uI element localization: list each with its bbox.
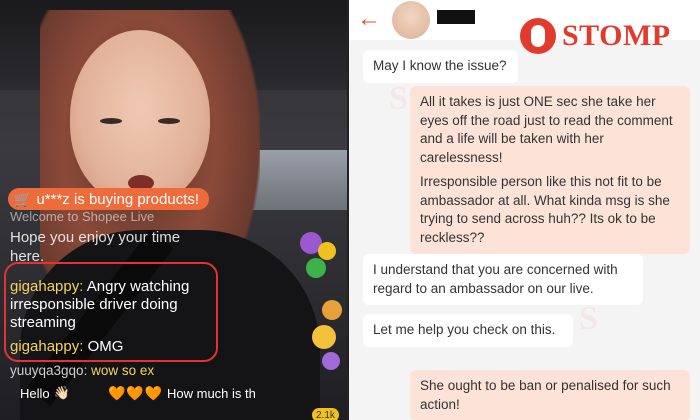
highlight-box <box>4 262 218 362</box>
message-bubble-sent: Irresponsible person like this not fit t… <box>410 166 690 254</box>
footprint-icon <box>520 18 556 54</box>
back-arrow-icon[interactable]: ← <box>357 6 381 32</box>
message-bubble-sent: She ought to be ban or penalised for suc… <box>410 370 690 420</box>
quick-reply-hearts[interactable]: 🧡🧡🧡 <box>108 382 163 404</box>
gift-icon[interactable] <box>312 325 336 349</box>
message-bubble-received: I understand that you are concerned with… <box>363 254 643 305</box>
cart-icon: 🛒 <box>14 190 32 207</box>
quick-reply-hello[interactable]: Hello 👋🏻 <box>20 382 70 404</box>
watermark: S <box>579 300 598 337</box>
comment-text: wow so ex <box>91 363 155 378</box>
comment-user: yuuyqa3gqo: <box>10 363 88 378</box>
wave-icon: 👋🏻 <box>53 385 70 400</box>
livestream-panel: 🛒 u***z is buying products! Welcome to S… <box>0 0 347 420</box>
watermark: S <box>389 80 408 117</box>
gift-icon[interactable] <box>322 352 340 370</box>
streamer-face <box>70 30 210 205</box>
stomp-wordmark: STOMP <box>562 19 671 52</box>
hope-text: Hope you enjoy your time here. <box>10 229 181 265</box>
gift-icon[interactable] <box>322 300 342 320</box>
purchase-notice: 🛒 u***z is buying products! <box>8 188 210 210</box>
right-eye <box>158 118 180 124</box>
message-bubble-received: Let me help you check on this. <box>363 314 573 347</box>
welcome-text: Welcome to Shopee Live <box>10 209 155 224</box>
avatar[interactable] <box>392 1 430 39</box>
redacted-name <box>437 10 475 24</box>
purchase-notice-text: u***z is buying products! <box>36 190 200 208</box>
gift-icon[interactable] <box>318 242 336 260</box>
message-bubble-received: May I know the issue? <box>363 50 518 83</box>
quick-reply-label: Hello <box>20 385 50 401</box>
gift-icon[interactable] <box>306 258 326 278</box>
chat-panel: S S S ← STOMP May I know the issue? All … <box>349 0 700 420</box>
viewer-counter: 2.1k <box>312 408 339 420</box>
stomp-logo: STOMP <box>520 14 678 58</box>
hearts-icon: 🧡🧡🧡 <box>108 384 164 401</box>
quick-reply-price[interactable]: How much is th <box>167 382 256 404</box>
quick-reply-label: How much is th <box>167 385 256 401</box>
message-bubble-sent: All it takes is just ONE sec she take he… <box>410 86 690 174</box>
comment: yuuyqa3gqo: wow so ex <box>10 362 154 380</box>
left-eye <box>100 118 122 124</box>
